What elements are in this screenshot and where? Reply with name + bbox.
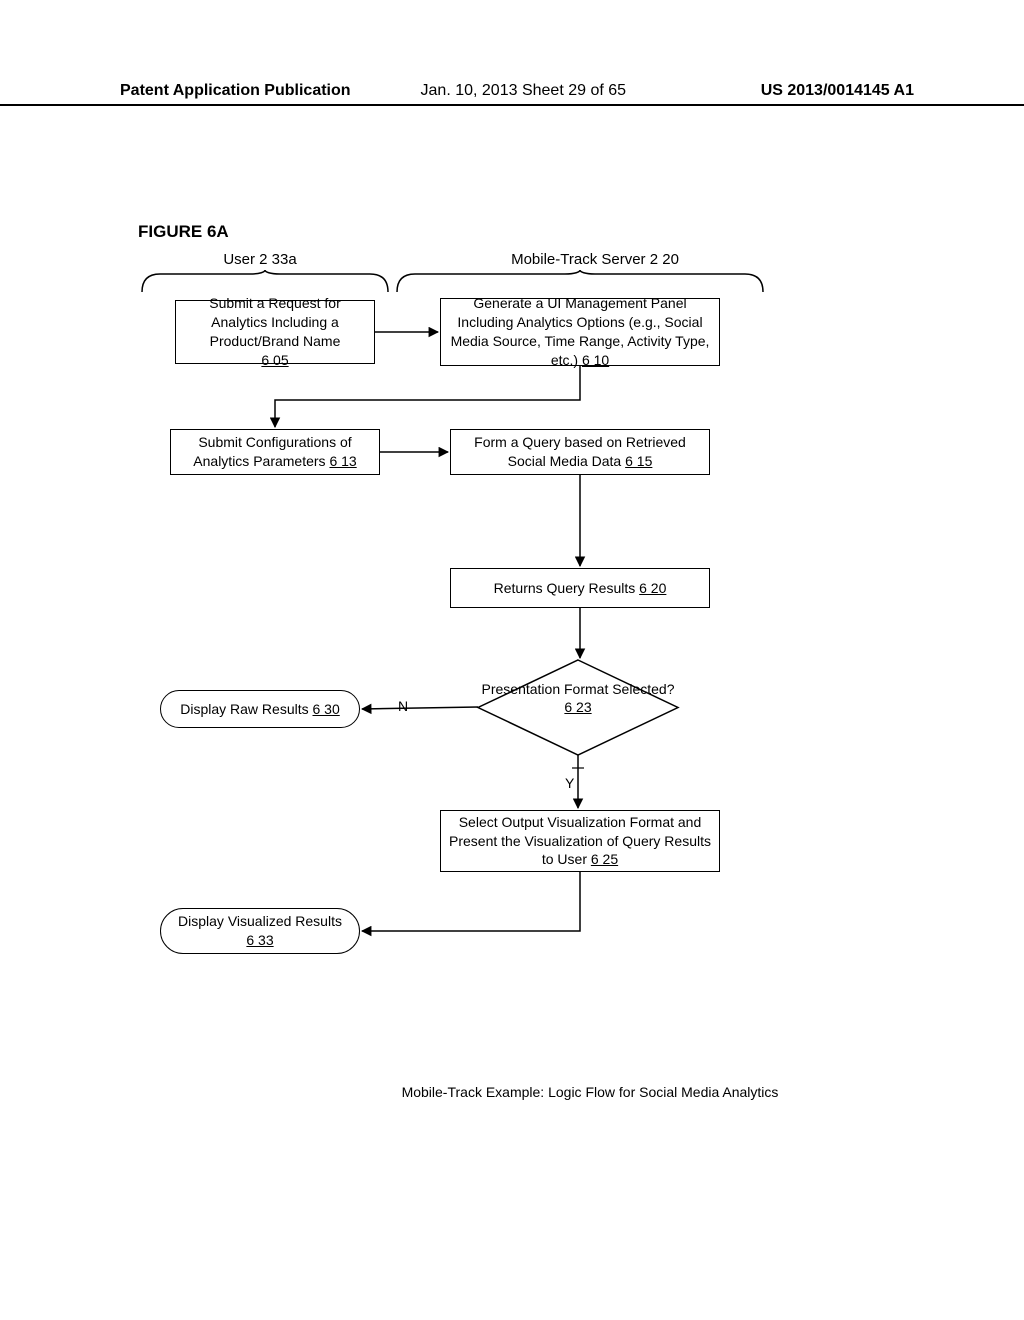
node-620: Returns Query Results 6 20 — [450, 568, 710, 608]
node-630: Display Raw Results 6 30 — [160, 690, 360, 728]
node-613-text: Submit Configurations of Analytics Param… — [177, 433, 373, 471]
page: Patent Application Publication Jan. 10, … — [0, 0, 1024, 1320]
brace-server — [395, 270, 765, 294]
node-633-ref: 6 33 — [246, 931, 273, 950]
node-613-ref: 6 13 — [329, 453, 356, 469]
node-605-ref: 6 05 — [261, 351, 288, 370]
node-610-text: Generate a UI Management Panel Including… — [447, 294, 713, 370]
header-right: US 2013/0014145 A1 — [761, 82, 914, 100]
node-623-text: Presentation Format Selected? — [482, 681, 675, 697]
node-620-text: Returns Query Results 6 20 — [494, 579, 667, 598]
node-633-text: Display Visualized Results — [178, 912, 342, 931]
node-605: Submit a Request for Analytics Including… — [175, 300, 375, 364]
node-623-ref: 6 23 — [564, 699, 591, 715]
header-left: Patent Application Publication — [120, 82, 351, 100]
node-613: Submit Configurations of Analytics Param… — [170, 429, 380, 475]
brace-user — [140, 270, 390, 294]
node-625-ref: 6 25 — [591, 851, 618, 867]
node-610-ref: 6 10 — [582, 352, 609, 368]
node-630-text: Display Raw Results 6 30 — [180, 700, 340, 719]
node-615-ref: 6 15 — [625, 453, 652, 469]
edge-no-label: N — [398, 698, 408, 714]
header-row: Patent Application Publication Jan. 10, … — [0, 82, 1024, 100]
node-625-text: Select Output Visualization Format and P… — [447, 813, 713, 870]
node-615-text: Form a Query based on Retrieved Social M… — [457, 433, 703, 471]
node-610: Generate a UI Management Panel Including… — [440, 298, 720, 366]
node-620-ref: 6 20 — [639, 580, 666, 596]
node-615: Form a Query based on Retrieved Social M… — [450, 429, 710, 475]
page-header: Patent Application Publication Jan. 10, … — [0, 82, 1024, 106]
figure-label: FIGURE 6A — [138, 222, 229, 242]
node-605-text: Submit a Request for Analytics Including… — [182, 294, 368, 351]
node-625: Select Output Visualization Format and P… — [440, 810, 720, 872]
node-630-ref: 6 30 — [313, 701, 340, 717]
node-633: Display Visualized Results 6 33 — [160, 908, 360, 954]
lane-user-label: User 2 33a — [200, 251, 320, 268]
diagram-caption: Mobile-Track Example: Logic Flow for Soc… — [400, 1084, 780, 1100]
edge-yes-label: Y — [565, 775, 574, 791]
header-center: Jan. 10, 2013 Sheet 29 of 65 — [351, 82, 761, 100]
node-623: Presentation Format Selected? 6 23 — [478, 660, 678, 755]
lane-server-label: Mobile-Track Server 2 20 — [470, 251, 720, 268]
